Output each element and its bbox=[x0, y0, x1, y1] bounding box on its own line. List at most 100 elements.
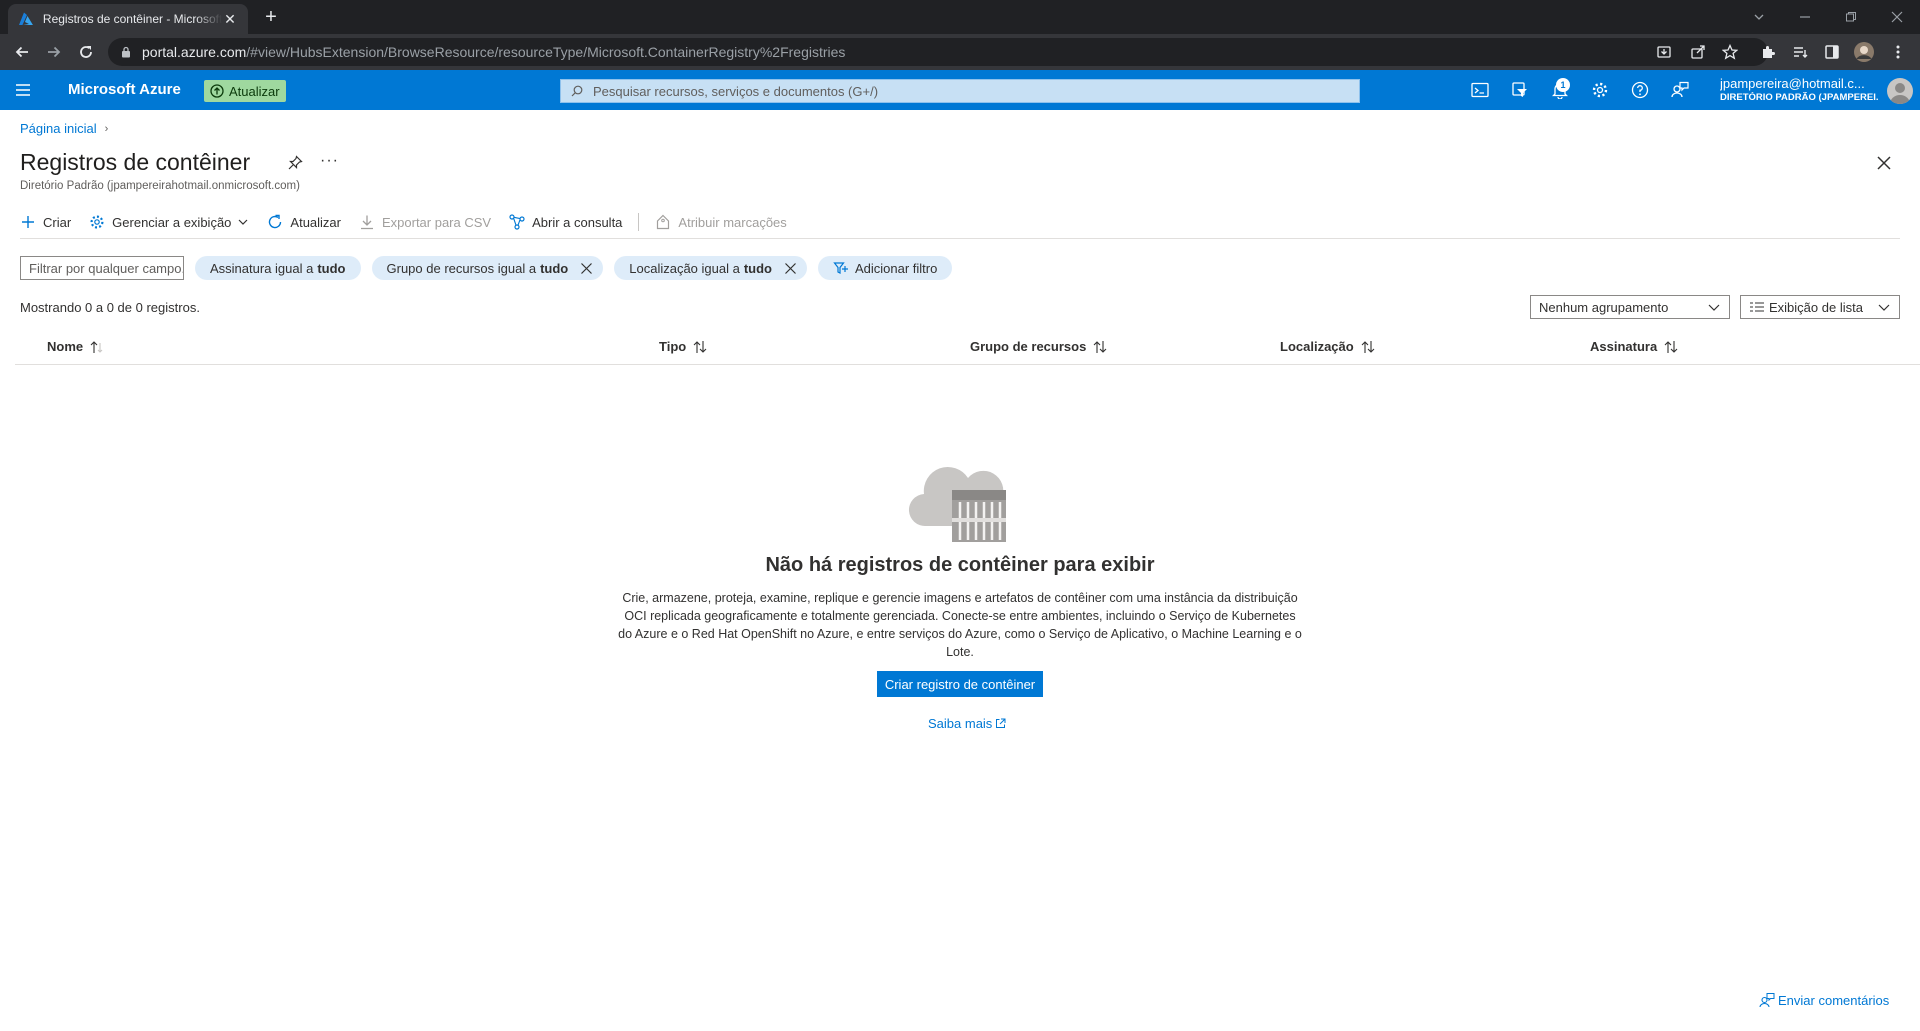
sort-icon bbox=[1664, 340, 1678, 353]
filter-pill-label: Assinatura igual a bbox=[210, 260, 314, 276]
filter-pill-subscription[interactable]: Assinatura igual a tudo bbox=[195, 256, 361, 280]
add-filter-button[interactable]: Adicionar filtro bbox=[817, 256, 953, 280]
column-header-location[interactable]: Localização bbox=[1280, 339, 1376, 354]
tab-search-icon[interactable] bbox=[1736, 0, 1782, 34]
sort-icon bbox=[693, 340, 707, 353]
filter-pill-label: Grupo de recursos igual a bbox=[386, 260, 537, 276]
side-panel-icon[interactable] bbox=[1820, 40, 1844, 64]
column-header-resource-group[interactable]: Grupo de recursos bbox=[970, 339, 1108, 354]
column-header-type[interactable]: Tipo bbox=[659, 339, 708, 354]
view-mode-value: Exibição de lista bbox=[1769, 299, 1863, 315]
create-container-registry-button[interactable]: Criar registro de contêiner bbox=[877, 671, 1043, 697]
feedback-person-icon[interactable] bbox=[1670, 80, 1690, 100]
gear-icon bbox=[90, 215, 104, 229]
filter-pill-value: tudo bbox=[540, 260, 569, 276]
open-query-button[interactable]: Abrir a consulta bbox=[509, 214, 622, 230]
upgrade-label: Atualizar bbox=[229, 83, 280, 99]
learn-more-link[interactable]: Saiba mais bbox=[928, 716, 1006, 731]
azure-logo-icon bbox=[18, 12, 33, 25]
manage-view-label: Gerenciar a exibição bbox=[112, 214, 232, 230]
breadcrumb-home-link[interactable]: Página inicial bbox=[20, 121, 97, 136]
upgrade-button[interactable]: Atualizar bbox=[204, 80, 286, 102]
filter-pill-label: Localização igual a bbox=[629, 260, 740, 276]
external-link-icon bbox=[996, 718, 1006, 728]
filter-search-placeholder: Filtrar por qualquer campo... bbox=[29, 260, 184, 276]
bookmark-star-icon[interactable] bbox=[1718, 40, 1742, 64]
browser-menu-icon[interactable] bbox=[1886, 40, 1910, 64]
assign-tags-label: Atribuir marcações bbox=[678, 214, 787, 230]
restore-button[interactable] bbox=[1828, 0, 1874, 34]
window-close-button[interactable] bbox=[1874, 0, 1920, 34]
more-options-button[interactable]: ··· bbox=[320, 152, 339, 170]
refresh-button[interactable]: Atualizar bbox=[267, 214, 341, 230]
list-view-icon bbox=[1750, 302, 1764, 312]
close-blade-icon[interactable] bbox=[1875, 154, 1893, 172]
command-bar-divider bbox=[20, 238, 1900, 239]
remove-filter-icon[interactable] bbox=[580, 262, 593, 275]
send-feedback-link[interactable]: Enviar comentários bbox=[1759, 992, 1889, 1008]
page-title: Registros de contêiner bbox=[20, 149, 251, 175]
results-summary: Mostrando 0 a 0 de 0 registros. bbox=[20, 300, 200, 315]
browser-toolbar: portal.azure.com/#view/HubsExtension/Bro… bbox=[0, 34, 1920, 70]
help-question-icon[interactable] bbox=[1630, 80, 1650, 100]
address-bar[interactable]: portal.azure.com/#view/HubsExtension/Bro… bbox=[108, 38, 1768, 66]
filter-pill-location[interactable]: Localização igual a tudo bbox=[614, 256, 807, 280]
export-csv-button[interactable]: Exportar para CSV bbox=[359, 214, 491, 230]
new-tab-button[interactable]: + bbox=[260, 6, 282, 28]
remove-filter-icon[interactable] bbox=[784, 262, 797, 275]
column-header-label: Nome bbox=[47, 339, 84, 354]
view-mode-dropdown[interactable]: Exibição de lista bbox=[1740, 295, 1900, 319]
notification-badge: 1 bbox=[1556, 78, 1570, 92]
feedback-icon bbox=[1759, 993, 1775, 1008]
download-icon bbox=[360, 215, 373, 230]
filter-pill-resource-group[interactable]: Grupo de recursos igual a tudo bbox=[371, 256, 604, 280]
back-icon[interactable] bbox=[10, 40, 34, 64]
grouping-value: Nenhum agrupamento bbox=[1539, 299, 1669, 315]
reading-list-icon[interactable] bbox=[1788, 40, 1812, 64]
empty-state-title: Não há registros de contêiner para exibi… bbox=[765, 554, 1155, 576]
share-icon[interactable] bbox=[1686, 40, 1710, 64]
chevron-right-icon: › bbox=[104, 122, 109, 135]
avatar[interactable] bbox=[1887, 78, 1913, 104]
column-header-label: Grupo de recursos bbox=[970, 339, 1087, 354]
column-header-label: Tipo bbox=[659, 339, 687, 354]
tab-title: Registros de contêiner - Microsoft Azure bbox=[42, 12, 223, 26]
directory-filter-icon[interactable] bbox=[1510, 80, 1530, 100]
settings-gear-icon[interactable] bbox=[1590, 80, 1610, 100]
pin-icon[interactable] bbox=[287, 155, 303, 171]
account-email: jpampereira@hotmail.c... bbox=[1720, 76, 1865, 91]
cloud-shell-icon[interactable] bbox=[1470, 80, 1490, 100]
lock-icon bbox=[122, 46, 130, 58]
refresh-label: Atualizar bbox=[290, 214, 341, 230]
minimize-button[interactable] bbox=[1782, 0, 1828, 34]
create-button[interactable]: Criar bbox=[20, 214, 71, 230]
profile-avatar-icon[interactable] bbox=[1852, 40, 1876, 64]
extensions-icon[interactable] bbox=[1756, 40, 1780, 64]
tab-close-button[interactable]: ✕ bbox=[222, 11, 238, 28]
search-placeholder: Pesquisar recursos, serviços e documento… bbox=[593, 83, 879, 99]
reload-icon[interactable] bbox=[74, 40, 98, 64]
plus-icon bbox=[22, 216, 34, 228]
forward-icon[interactable] bbox=[42, 40, 66, 64]
grouping-dropdown[interactable]: Nenhum agrupamento bbox=[1530, 295, 1730, 319]
empty-state-description: Crie, armazene, proteja, examine, repliq… bbox=[618, 591, 1302, 659]
filter-bar: Filtrar por qualquer campo... Assinatura… bbox=[20, 256, 963, 280]
install-app-icon[interactable] bbox=[1652, 40, 1676, 64]
query-graph-icon bbox=[509, 214, 525, 230]
command-separator bbox=[638, 213, 640, 231]
filter-search-input[interactable]: Filtrar por qualquer campo... bbox=[20, 256, 184, 280]
send-feedback-label: Enviar comentários bbox=[1778, 992, 1890, 1008]
azure-brand[interactable]: Microsoft Azure bbox=[68, 81, 181, 98]
global-search-input[interactable]: Pesquisar recursos, serviços e documento… bbox=[560, 79, 1360, 103]
column-header-name[interactable]: Nome bbox=[47, 339, 105, 354]
browser-tab[interactable]: Registros de contêiner - Microsoft Azure… bbox=[8, 4, 248, 34]
account-menu[interactable]: jpampereira@hotmail.c... DIRETÓRIO PADRÃ… bbox=[1720, 76, 1878, 103]
sort-ascending-icon bbox=[90, 340, 103, 353]
column-header-subscription[interactable]: Assinatura bbox=[1590, 339, 1679, 354]
azure-top-bar: Microsoft Azure Atualizar Pesquisar recu… bbox=[0, 70, 1920, 110]
sort-icon bbox=[1361, 340, 1375, 353]
account-directory: DIRETÓRIO PADRÃO (JPAMPEREI... bbox=[1720, 92, 1878, 103]
portal-menu-icon[interactable] bbox=[14, 81, 32, 99]
assign-tags-button[interactable]: Atribuir marcações bbox=[655, 214, 787, 230]
manage-view-button[interactable]: Gerenciar a exibição bbox=[89, 214, 249, 230]
